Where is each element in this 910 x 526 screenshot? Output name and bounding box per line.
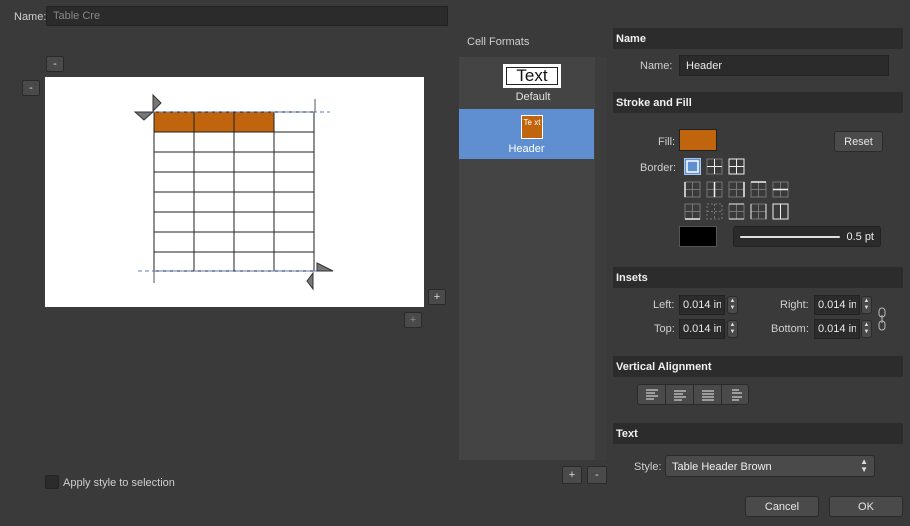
border-inner-icon[interactable] (706, 158, 723, 175)
inset-left-input[interactable] (679, 295, 725, 315)
inset-bottom-input[interactable] (814, 319, 860, 339)
border-label: Border: (640, 162, 677, 174)
inset-top-input[interactable] (679, 319, 725, 339)
cell-formats-list: Text Default Te xt Header (459, 57, 607, 460)
default-preview: Text (503, 64, 561, 88)
cell-format-header[interactable]: Te xt Header (459, 109, 594, 159)
table-preview[interactable] (45, 77, 424, 307)
name-label: Name: (14, 11, 47, 23)
inset-bottom-stepper[interactable]: ▲ ▼ (861, 320, 872, 338)
remove-row-button[interactable]: - (22, 80, 40, 96)
add-cell-format-button[interactable]: + (562, 466, 582, 484)
header-row-fill (154, 112, 274, 132)
cell-format-default[interactable]: Text Default (459, 57, 594, 107)
top-left-handle-icon (152, 93, 162, 113)
vertical-alignment-group (637, 384, 749, 405)
reset-button[interactable]: Reset (834, 131, 883, 152)
border-top-bottom-icon[interactable] (728, 203, 745, 220)
cell-format-default-label: Default (515, 91, 551, 103)
border-right-icon[interactable] (728, 181, 745, 198)
format-name-input[interactable] (679, 55, 889, 76)
cell-formats-title: Cell Formats (467, 36, 530, 48)
bottom-right-handle-icon-2 (316, 262, 334, 272)
table-name-input[interactable] (46, 6, 448, 26)
border-none-icon[interactable] (706, 203, 723, 220)
link-insets-chain-icon[interactable] (877, 307, 887, 331)
stroke-width-slider[interactable]: 0.5 pt (733, 226, 881, 247)
add-column-button[interactable]: + (428, 289, 446, 305)
fill-color-swatch[interactable] (679, 129, 717, 151)
fill-label: Fill: (658, 136, 676, 148)
border-all-icon[interactable] (728, 158, 745, 175)
stroke-width-value: 0.5 pt (846, 231, 874, 243)
stroke-width-slider-track (740, 236, 840, 238)
remove-column-button[interactable]: - (46, 56, 64, 72)
table-grid-lines (153, 111, 315, 272)
apply-style-checkbox[interactable] (45, 475, 59, 489)
border-bottom-icon[interactable] (684, 203, 701, 220)
inset-right-stepper[interactable]: ▲ ▼ (861, 296, 872, 314)
top-left-handle-icon-2 (133, 111, 155, 121)
name-section-header: Name (613, 28, 903, 49)
border-left-icon[interactable] (684, 181, 701, 198)
inset-top-stepper[interactable]: ▲ ▼ (727, 320, 738, 338)
bottom-right-handle-icon (306, 271, 314, 291)
border-left-right-icon[interactable] (750, 203, 767, 220)
remove-cell-format-button[interactable]: - (587, 466, 607, 484)
align-top-icon[interactable] (638, 385, 666, 405)
text-style-value: Table Header Brown (672, 461, 772, 473)
header-preview: Te xt (521, 115, 543, 139)
vertical-alignment-section-header: Vertical Alignment (613, 356, 903, 377)
ok-button[interactable]: OK (829, 496, 903, 517)
table-preview-grid (133, 93, 334, 291)
align-middle-icon[interactable] (666, 385, 694, 405)
add-row-button[interactable]: + (404, 312, 422, 328)
text-style-select[interactable]: Table Header Brown ▲ ▼ (665, 455, 875, 477)
cancel-button[interactable]: Cancel (745, 496, 819, 517)
inset-left-stepper[interactable]: ▲ ▼ (727, 296, 738, 314)
stroke-fill-section-header: Stroke and Fill (613, 92, 903, 113)
insets-section-header: Insets (613, 267, 903, 288)
align-bottom-icon[interactable] (694, 385, 722, 405)
inset-left-label: Left: (653, 299, 675, 311)
inset-right-input[interactable] (814, 295, 860, 315)
cell-format-header-label: Header (508, 143, 545, 155)
border-vertical-center-icon[interactable] (706, 181, 723, 198)
text-section-header: Text (613, 423, 903, 444)
inset-bottom-label: Bottom: (771, 323, 809, 335)
border-top-icon[interactable] (750, 181, 767, 198)
apply-style-label: Apply style to selection (63, 477, 175, 489)
border-vertical-lines-icon[interactable] (772, 203, 789, 220)
inset-right-label: Right: (780, 299, 809, 311)
border-outer-icon[interactable] (684, 158, 701, 175)
border-horizontal-center-icon[interactable] (772, 181, 789, 198)
cell-formats-scrollbar[interactable] (595, 57, 607, 460)
stroke-color-swatch[interactable] (679, 226, 717, 247)
inset-top-label: Top: (654, 323, 675, 335)
text-style-label: Style: (634, 461, 662, 473)
format-name-label: Name: (640, 60, 673, 72)
select-chevron-icon: ▲ ▼ (860, 457, 868, 474)
align-justify-icon[interactable] (722, 385, 750, 405)
